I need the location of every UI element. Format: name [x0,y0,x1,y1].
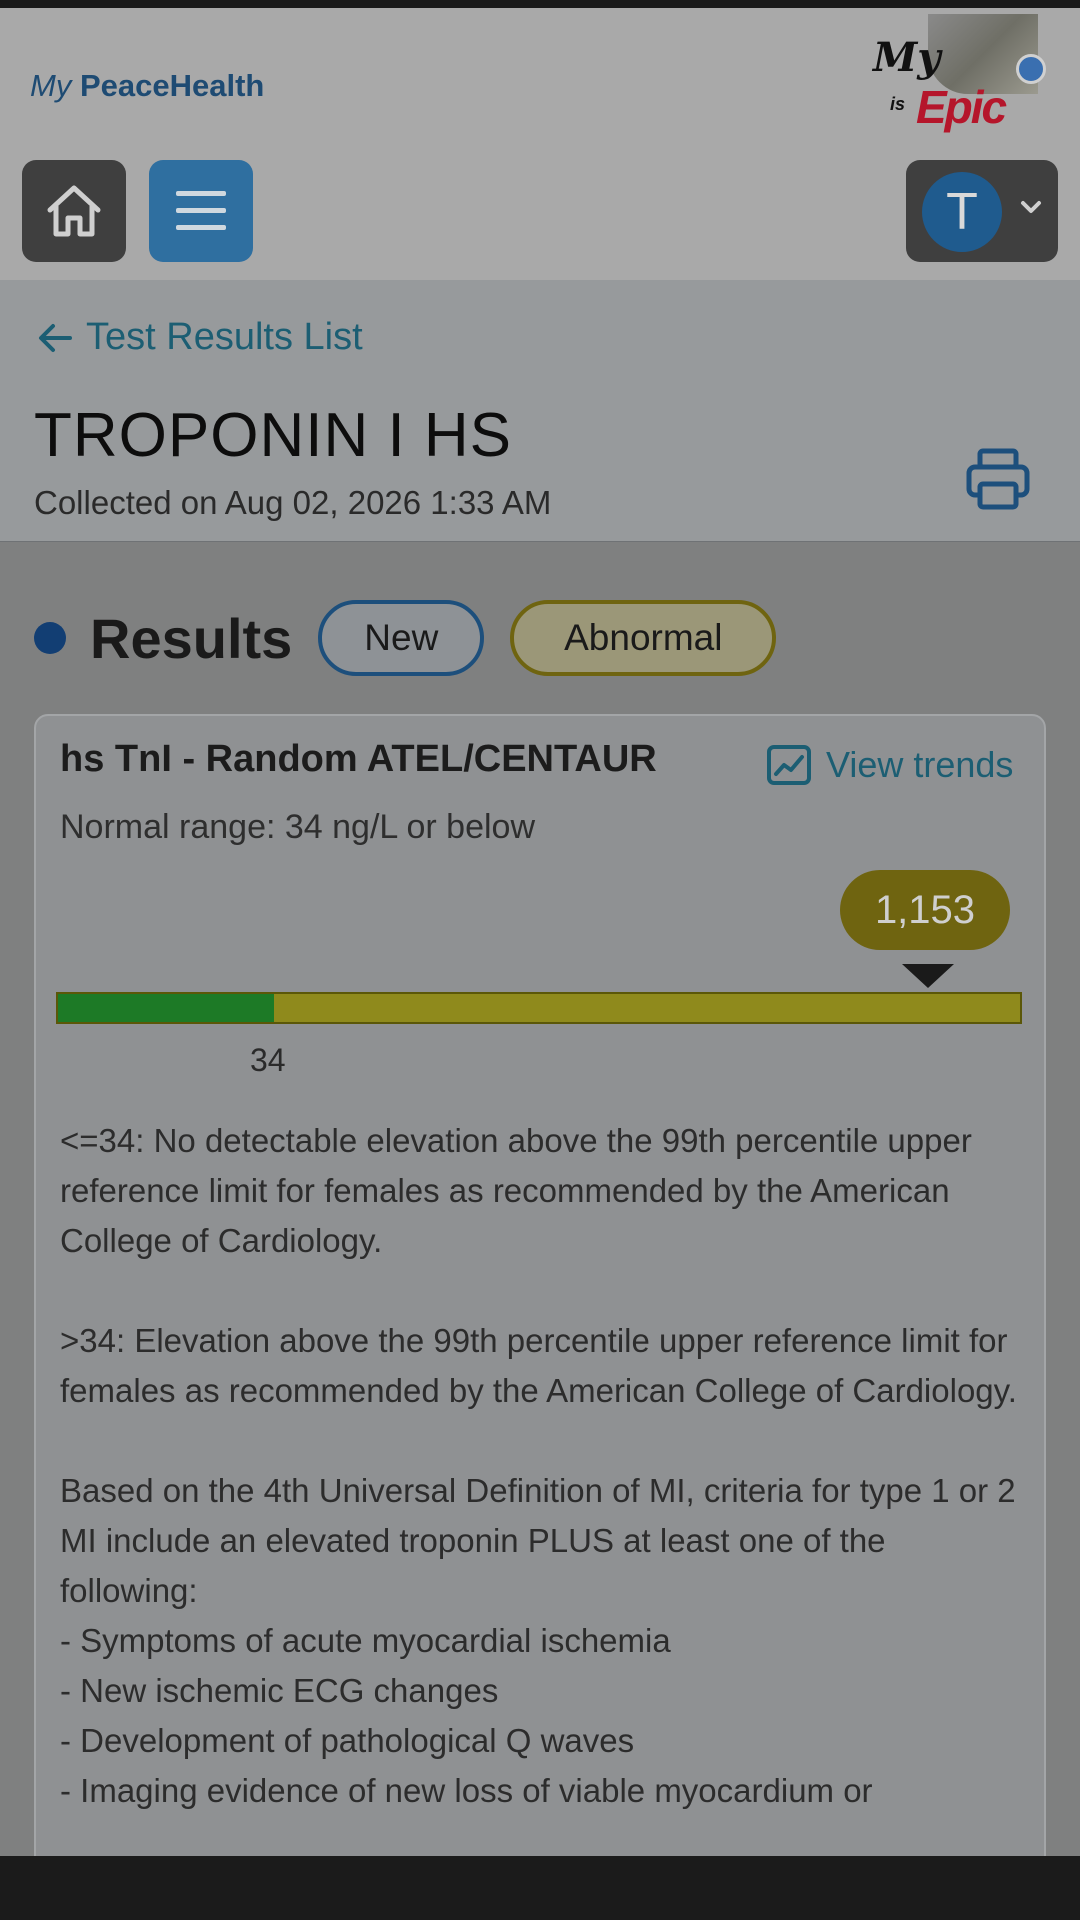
system-navigation-bar [0,1856,1080,1920]
home-button[interactable] [22,160,126,262]
range-limit-label: 34 [250,1042,286,1078]
back-link-label: Test Results List [86,316,363,358]
my-epic-badge: My is Epic [868,14,1046,136]
epic-logo-text: Epic [916,81,1007,133]
status-bar [0,0,1080,8]
result-comment: <=34: No detectable elevation above the … [60,1122,1017,1809]
print-icon[interactable] [966,448,1030,510]
arrow-left-icon [39,323,72,352]
page-header: Test Results List TROPONIN I HS Collecte… [0,280,1080,542]
logo-brand: PeaceHealth [79,68,265,103]
hamburger-menu-icon [176,191,226,230]
abnormal-badge: Abnormal [510,600,777,676]
back-to-test-results-link[interactable]: Test Results List [38,316,363,359]
value-marker-pointer [902,964,954,988]
home-icon [47,185,101,237]
epic-is-text: is [890,94,906,114]
view-trends-label: View trends [826,744,1014,785]
logo-my: My [30,68,72,103]
app-header: My PeaceHealth My is Epic T [0,8,1080,280]
chat-bubble-icon[interactable] [1016,54,1046,84]
test-component-name: hs TnI - Random ATEL/CENTAUR [60,738,657,780]
new-badge: New [318,600,485,676]
menu-button[interactable] [149,160,253,262]
result-card: hs TnI - Random ATEL/CENTAUR View trends… [34,714,1046,1920]
collected-date: Collected on Aug 02, 2026 1:33 AM [34,484,552,521]
results-heading: Results [90,606,293,670]
reference-range-bar [56,992,1022,1024]
avatar: T [922,172,1002,252]
page-title: TROPONIN I HS [34,401,513,470]
normal-range-text: Normal range: 34 ng/L or below [60,808,536,846]
result-value-bubble: 1,153 [840,870,1010,950]
account-switcher-button[interactable]: T [906,160,1058,262]
epic-my-text: My [873,34,941,81]
normal-range-segment [58,994,275,1022]
chevron-down-icon [1021,201,1041,213]
results-heading-row: Results New Abnormal [34,600,777,676]
view-trends-link[interactable]: View trends [766,744,1013,786]
peacehealth-logo[interactable]: My PeaceHealth [30,68,264,104]
new-result-dot [34,622,66,654]
trend-chart-icon [767,745,811,785]
